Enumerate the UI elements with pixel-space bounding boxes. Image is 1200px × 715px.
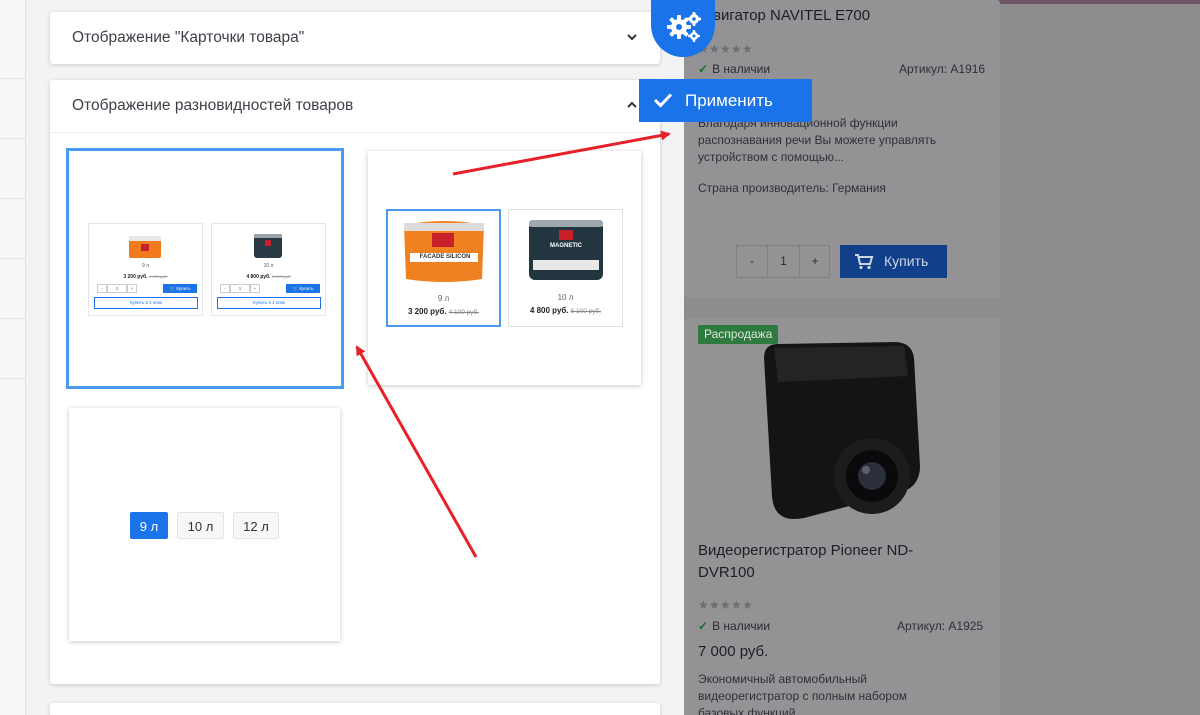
checkmark-icon (653, 93, 673, 108)
product-sku: Артикул: А1925 (897, 619, 984, 633)
variant-image-card[interactable]: MAGNETIC 10 л 4 800 руб. 5 100 руб. (508, 209, 623, 327)
variant-style-option-images[interactable]: FACADE SILICON 9 л 3 200 руб. 4 100 руб. … (368, 151, 641, 385)
variant-chip[interactable]: 9 л (130, 512, 168, 539)
cart-icon: 🛒 (292, 286, 299, 291)
dashcam-product-image[interactable] (744, 336, 936, 528)
apply-button[interactable]: Применить (639, 79, 812, 122)
product-price: 7 000 руб. (698, 643, 769, 660)
variant-chip[interactable]: 10 л (177, 512, 224, 539)
accordion-title[interactable]: Отображение разновидностей товаров (50, 80, 660, 132)
cart-icon: 🛒 (169, 286, 176, 291)
check-icon: ✓ (698, 62, 709, 76)
variant-style-option-cards[interactable]: 9 л 3 200 руб. 4 100 руб. - 1 + 🛒 Купить… (66, 148, 344, 389)
accordion-next[interactable] (50, 703, 660, 715)
variant-image-card-selected[interactable]: FACADE SILICON 9 л 3 200 руб. 4 100 руб. (386, 209, 501, 327)
accordion-title: Отображение "Карточки товара" (72, 29, 305, 46)
mini-buy-button[interactable]: 🛒 Купить (286, 284, 320, 293)
left-rail (0, 0, 26, 715)
mini-product-card: 9 л 3 200 руб. 4 100 руб. - 1 + 🛒 Купить… (88, 223, 203, 316)
paint-can-magnetic-icon (529, 220, 603, 280)
product-sku: Артикул: А1916 (899, 62, 986, 76)
quantity-stepper[interactable]: - 1 + (736, 245, 830, 278)
chevron-down-icon[interactable] (626, 31, 638, 43)
product-title[interactable]: Видеорегистратор Pioneer ND- DVR100 (698, 540, 913, 584)
gears-icon (667, 12, 701, 42)
rating-stars: ★★★★★ (698, 598, 753, 612)
mini-product-card: 10 л 4 800 руб. 5 100 руб. - 1 + 🛒 Купит… (211, 223, 326, 316)
mini-one-click-button[interactable]: Купить в 1 клик (94, 297, 198, 309)
product-origin: Страна производитель: Германия (698, 181, 886, 195)
paint-bucket-orange-icon (129, 236, 161, 258)
variant-chip[interactable]: 12 л (233, 512, 279, 539)
accordion-card-display[interactable]: Отображение "Карточки товара" (50, 12, 660, 64)
buy-button[interactable]: Купить (840, 245, 947, 278)
mini-buy-button[interactable]: 🛒 Купить (163, 284, 197, 293)
mini-one-click-button[interactable]: Купить в 1 клик (217, 297, 321, 309)
chevron-up-icon[interactable] (626, 99, 638, 111)
product-description: Благодаря инновационной функции распозна… (698, 116, 937, 164)
paint-bucket-facade-icon (404, 221, 484, 282)
product-description: Экономичный автомобильный видеорегистрат… (698, 672, 908, 715)
product-title[interactable]: вигатор NAVITEL E700 (713, 7, 870, 24)
check-icon: ✓ (698, 619, 709, 633)
paint-can-dark-icon (254, 234, 282, 258)
cart-icon (855, 254, 874, 270)
